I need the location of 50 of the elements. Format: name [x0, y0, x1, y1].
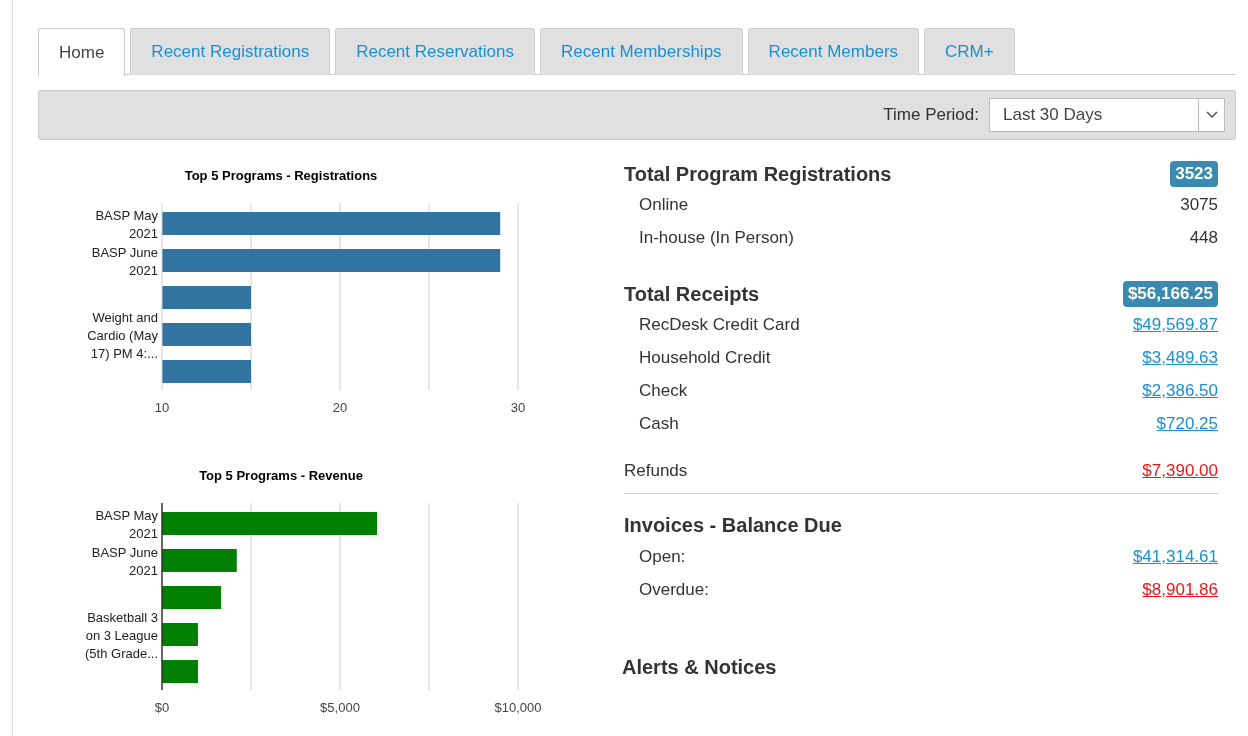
tab[interactable]: Recent Reservations: [335, 28, 535, 75]
row-label: In-house (In Person): [639, 226, 794, 249]
section-heading: Total Program Registrations: [624, 162, 892, 187]
row-label: RecDesk Credit Card: [639, 313, 800, 336]
bar: [162, 623, 198, 646]
section-heading: Invoices - Balance Due: [624, 513, 843, 538]
row-label: Refunds: [624, 459, 688, 482]
tick-label: 30: [510, 400, 526, 415]
tick-label: $10,000: [494, 700, 542, 715]
caret-icon: [1205, 111, 1218, 119]
chart-title: Top 5 Programs - Registrations: [184, 168, 378, 183]
category-label: BASP May 2021: [95, 507, 158, 541]
amount-link[interactable]: $7,390.00: [1142, 457, 1218, 484]
tab[interactable]: Recent Memberships: [540, 28, 743, 75]
tick-label: 20: [332, 400, 348, 415]
total-badge: $56,166.25: [1122, 281, 1218, 307]
amount-link[interactable]: $8,901.86: [1142, 576, 1218, 603]
section-heading: Total Receipts: [624, 282, 760, 307]
row-label: Online: [639, 193, 689, 216]
row-label: Cash: [639, 412, 679, 435]
tick-label: 10: [154, 400, 170, 415]
category-label: Weight and Cardio (May 17) PM 4:...: [87, 309, 158, 361]
row-label: Overdue:: [639, 578, 709, 601]
time-period-label: Time Period:: [883, 104, 979, 127]
tab[interactable]: CRM+: [924, 28, 1015, 75]
total-badge: 3523: [1170, 161, 1218, 187]
amount-link[interactable]: $720.25: [1156, 410, 1218, 437]
tab[interactable]: Recent Members: [747, 28, 920, 75]
chart-title: Top 5 Programs - Revenue: [199, 468, 363, 483]
bar: [162, 586, 222, 609]
row-label: Open:: [639, 545, 686, 568]
category-label: Basketball 3 on 3 League (5th Grade...: [85, 609, 158, 661]
tick-label: $5,000: [320, 700, 360, 715]
row-label: Household Credit: [639, 346, 771, 369]
amount-link[interactable]: $3,489.63: [1142, 344, 1218, 371]
section-heading: Alerts & Notices: [622, 655, 778, 680]
time-period-select[interactable]: Last 30 Days: [989, 98, 1225, 132]
tab[interactable]: Recent Registrations: [130, 28, 331, 75]
category-label: BASP June 2021: [91, 244, 158, 278]
amount-link[interactable]: $41,314.61: [1132, 543, 1218, 570]
tick-label: $0: [154, 700, 170, 715]
tab[interactable]: Home: [38, 28, 126, 76]
category-label: BASP May 2021: [95, 207, 158, 241]
amount-link[interactable]: $49,569.87: [1132, 311, 1218, 338]
amount-link[interactable]: $2,386.50: [1142, 377, 1218, 404]
category-label: BASP June 2021: [91, 544, 158, 578]
row-value: 448: [1189, 226, 1218, 249]
bar: [162, 660, 198, 683]
row-label: Check: [639, 379, 688, 402]
row-value: 3075: [1180, 193, 1218, 216]
